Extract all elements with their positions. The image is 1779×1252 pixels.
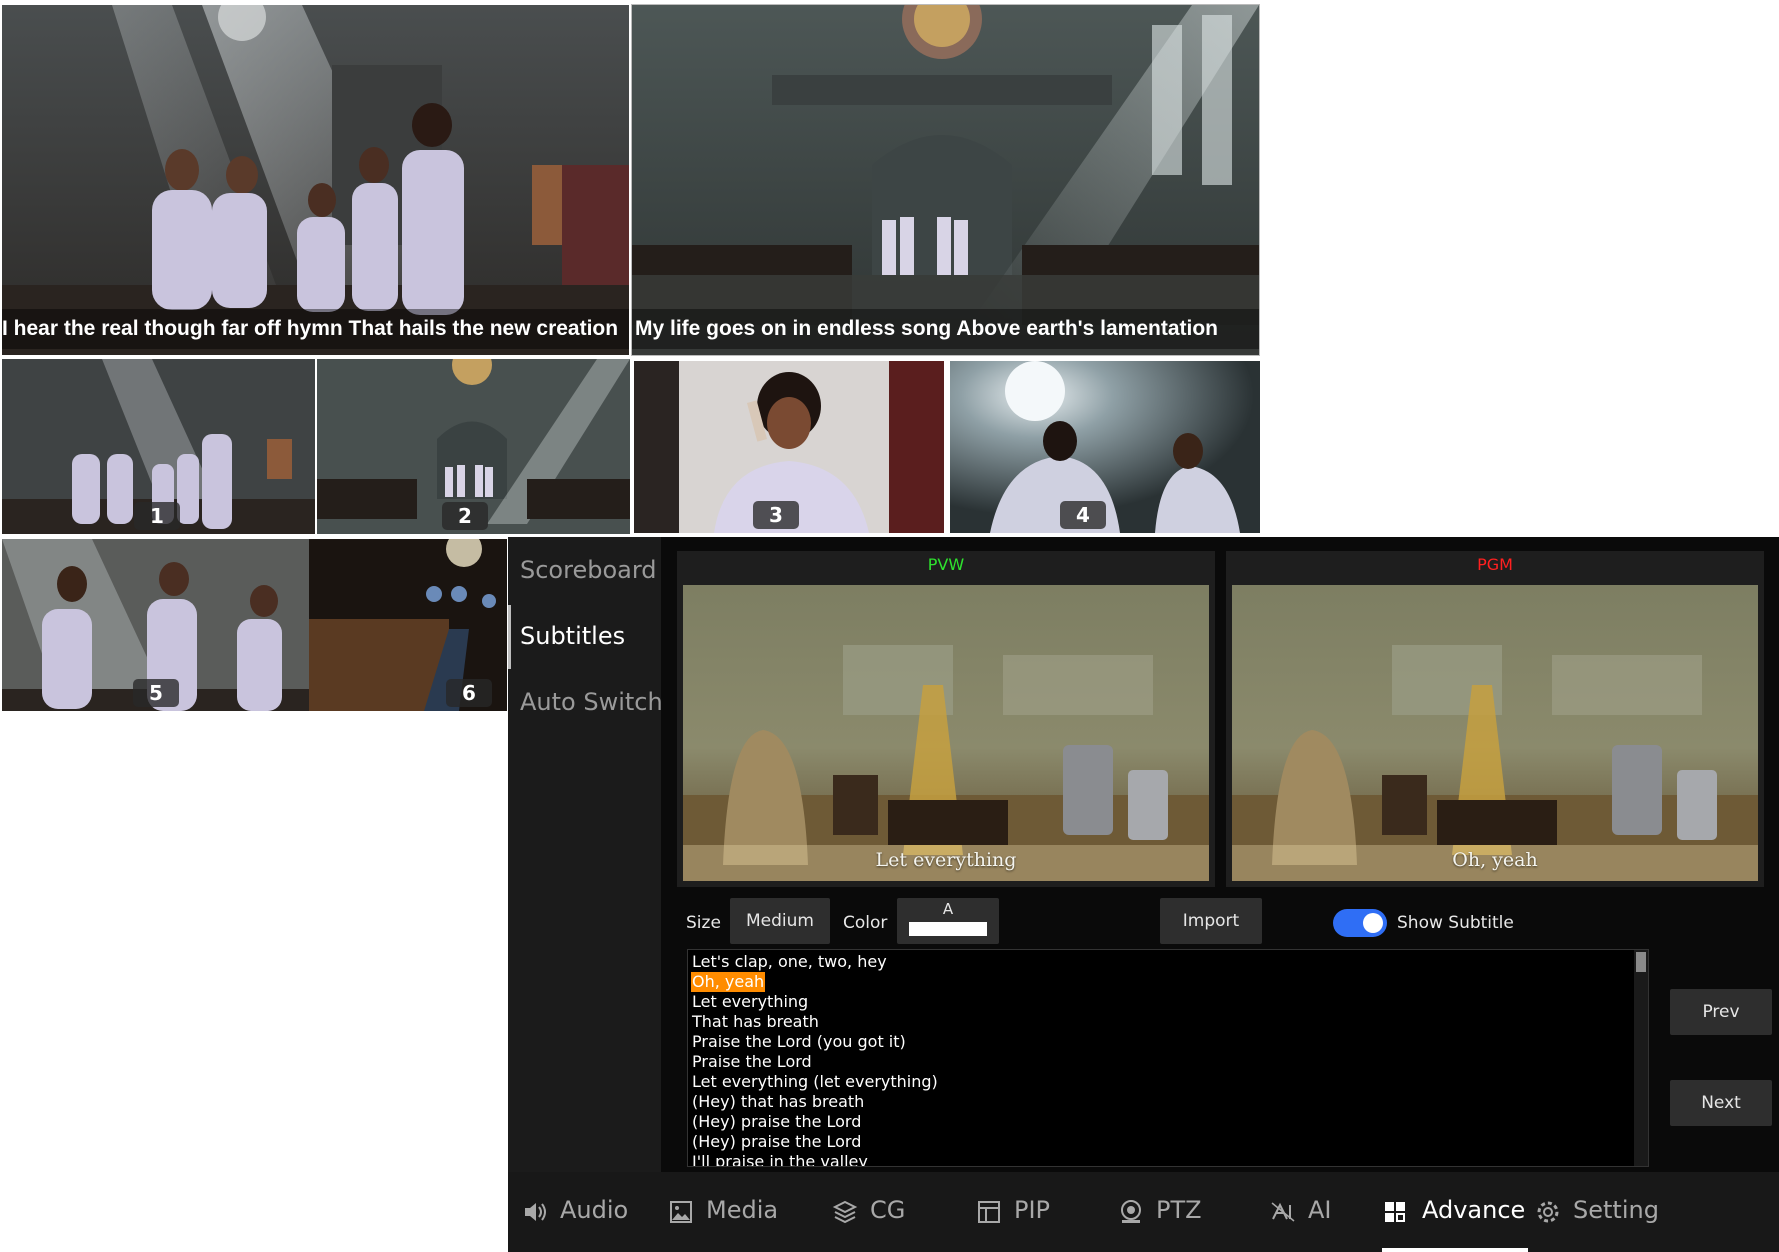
- advance-sidebar: Scoreboard Subtitles Auto Switch: [508, 537, 663, 1172]
- preview-monitor: PVW Let everything: [677, 551, 1215, 887]
- sidebar-item-auto-switch[interactable]: Auto Switch: [520, 688, 663, 716]
- scrollbar-thumb[interactable]: [1636, 952, 1646, 972]
- import-button[interactable]: Import: [1160, 898, 1262, 944]
- main-view-left: I hear the real though far off hymn That…: [2, 5, 629, 355]
- show-subtitle-label: Show Subtitle: [1397, 913, 1514, 933]
- nav-active-underline: [1382, 1248, 1528, 1252]
- lyric-line[interactable]: Praise the Lord (you got it): [691, 1032, 907, 1052]
- lyric-line[interactable]: I'll praise in the valley: [691, 1152, 869, 1166]
- bottom-nav: Audio Media CG PIP PTZ AI Advance Settin…: [508, 1172, 1779, 1252]
- source-4[interactable]: 4: [950, 361, 1260, 533]
- source-5[interactable]: 5: [2, 539, 309, 711]
- color-swatch: [909, 922, 987, 936]
- nav-setting[interactable]: Setting: [1535, 1172, 1675, 1252]
- lyrics-scrollbar[interactable]: [1634, 950, 1648, 1166]
- nav-media-label: Media: [706, 1196, 779, 1224]
- preview-label: PVW: [927, 555, 965, 574]
- subtitles-panel: PVW Let everything PGM Oh, yeah Size Med…: [661, 537, 1779, 1172]
- preview-subtitle: Let everything: [875, 849, 1017, 871]
- lyric-line-current[interactable]: Oh, yeah: [691, 972, 766, 992]
- nav-ptz[interactable]: PTZ: [1118, 1172, 1228, 1252]
- preview-view: Let everything: [683, 585, 1209, 881]
- nav-ptz-label: PTZ: [1156, 1196, 1202, 1224]
- church-nave-scene: [632, 5, 1259, 355]
- multiview-app: I hear the real though far off hymn That…: [0, 0, 1779, 1252]
- sidebar-active-indicator: [508, 605, 511, 669]
- source-5-number: 5: [133, 679, 179, 707]
- main-view-right: My life goes on in endless song Above ea…: [631, 4, 1260, 356]
- nav-pip[interactable]: PIP: [976, 1172, 1076, 1252]
- church-choir-scene: [2, 5, 629, 355]
- subtitle-lyrics-list[interactable]: Let's clap, one, two, hey Oh, yeah Let e…: [687, 949, 1649, 1167]
- coffee-scene: [683, 585, 1209, 881]
- source-3[interactable]: 3: [634, 361, 944, 533]
- speaker-icon: [525, 1203, 546, 1221]
- grid-icon: [1385, 1202, 1405, 1222]
- nav-audio-label: Audio: [560, 1196, 629, 1224]
- camera-icon: [1121, 1200, 1141, 1223]
- size-select[interactable]: Medium: [730, 898, 830, 944]
- nav-cg-label: CG: [870, 1196, 906, 1224]
- program-monitor: PGM Oh, yeah: [1226, 551, 1764, 887]
- prev-button[interactable]: Prev: [1670, 989, 1772, 1035]
- nav-advance-label: Advance: [1422, 1196, 1526, 1224]
- caption-main-right: My life goes on in endless song Above ea…: [632, 309, 1259, 349]
- nav-audio[interactable]: Audio: [522, 1172, 642, 1252]
- show-subtitle-toggle[interactable]: [1333, 909, 1387, 937]
- source-4-number: 4: [1060, 501, 1106, 529]
- control-panel: Scoreboard Subtitles Auto Switch PVW Let…: [508, 537, 1779, 1252]
- lyric-line[interactable]: (Hey) praise the Lord: [691, 1112, 862, 1132]
- color-picker[interactable]: A: [897, 898, 999, 944]
- gear-icon: [1537, 1201, 1559, 1223]
- nav-advance[interactable]: Advance: [1382, 1172, 1532, 1252]
- lyric-line[interactable]: Let's clap, one, two, hey: [691, 952, 888, 972]
- source-3-number: 3: [753, 501, 799, 529]
- lyric-line[interactable]: (Hey) that has breath: [691, 1092, 865, 1112]
- source-2-number: 2: [442, 502, 488, 530]
- nav-setting-label: Setting: [1573, 1196, 1659, 1224]
- lyric-line[interactable]: (Hey) praise the Lord: [691, 1132, 862, 1152]
- caption-main-left: I hear the real though far off hymn That…: [2, 309, 629, 349]
- source-2[interactable]: 2: [317, 359, 630, 534]
- ai-icon: [1271, 1202, 1295, 1222]
- sidebar-item-subtitles[interactable]: Subtitles: [520, 622, 625, 650]
- nav-cg[interactable]: CG: [832, 1172, 932, 1252]
- layers-icon: [832, 1200, 858, 1224]
- program-subtitle: Oh, yeah: [1452, 849, 1538, 871]
- nav-ai-label: AI: [1308, 1196, 1332, 1224]
- next-button[interactable]: Next: [1670, 1080, 1772, 1126]
- source-1-number: 1: [134, 502, 180, 530]
- toggle-knob: [1363, 913, 1383, 933]
- lyric-line[interactable]: Praise the Lord: [691, 1052, 813, 1072]
- nav-media[interactable]: Media: [668, 1172, 788, 1252]
- size-label: Size: [686, 913, 721, 933]
- source-1[interactable]: 1: [2, 359, 315, 534]
- layout-icon: [978, 1201, 1000, 1223]
- coffee-scene: [1232, 585, 1758, 881]
- program-label: PGM: [1477, 555, 1513, 574]
- source-6[interactable]: 6: [309, 539, 507, 711]
- program-view: Oh, yeah: [1232, 585, 1758, 881]
- source-6-number: 6: [446, 679, 492, 707]
- lyric-line[interactable]: Let everything: [691, 992, 809, 1012]
- color-glyph: A: [942, 900, 954, 918]
- image-icon: [670, 1201, 692, 1223]
- lyric-line[interactable]: Let everything (let everything): [691, 1072, 939, 1092]
- lyric-line[interactable]: That has breath: [691, 1012, 820, 1032]
- color-label: Color: [843, 913, 888, 933]
- sidebar-item-scoreboard[interactable]: Scoreboard: [520, 556, 657, 584]
- nav-ai[interactable]: AI: [1270, 1172, 1370, 1252]
- nav-pip-label: PIP: [1014, 1196, 1051, 1224]
